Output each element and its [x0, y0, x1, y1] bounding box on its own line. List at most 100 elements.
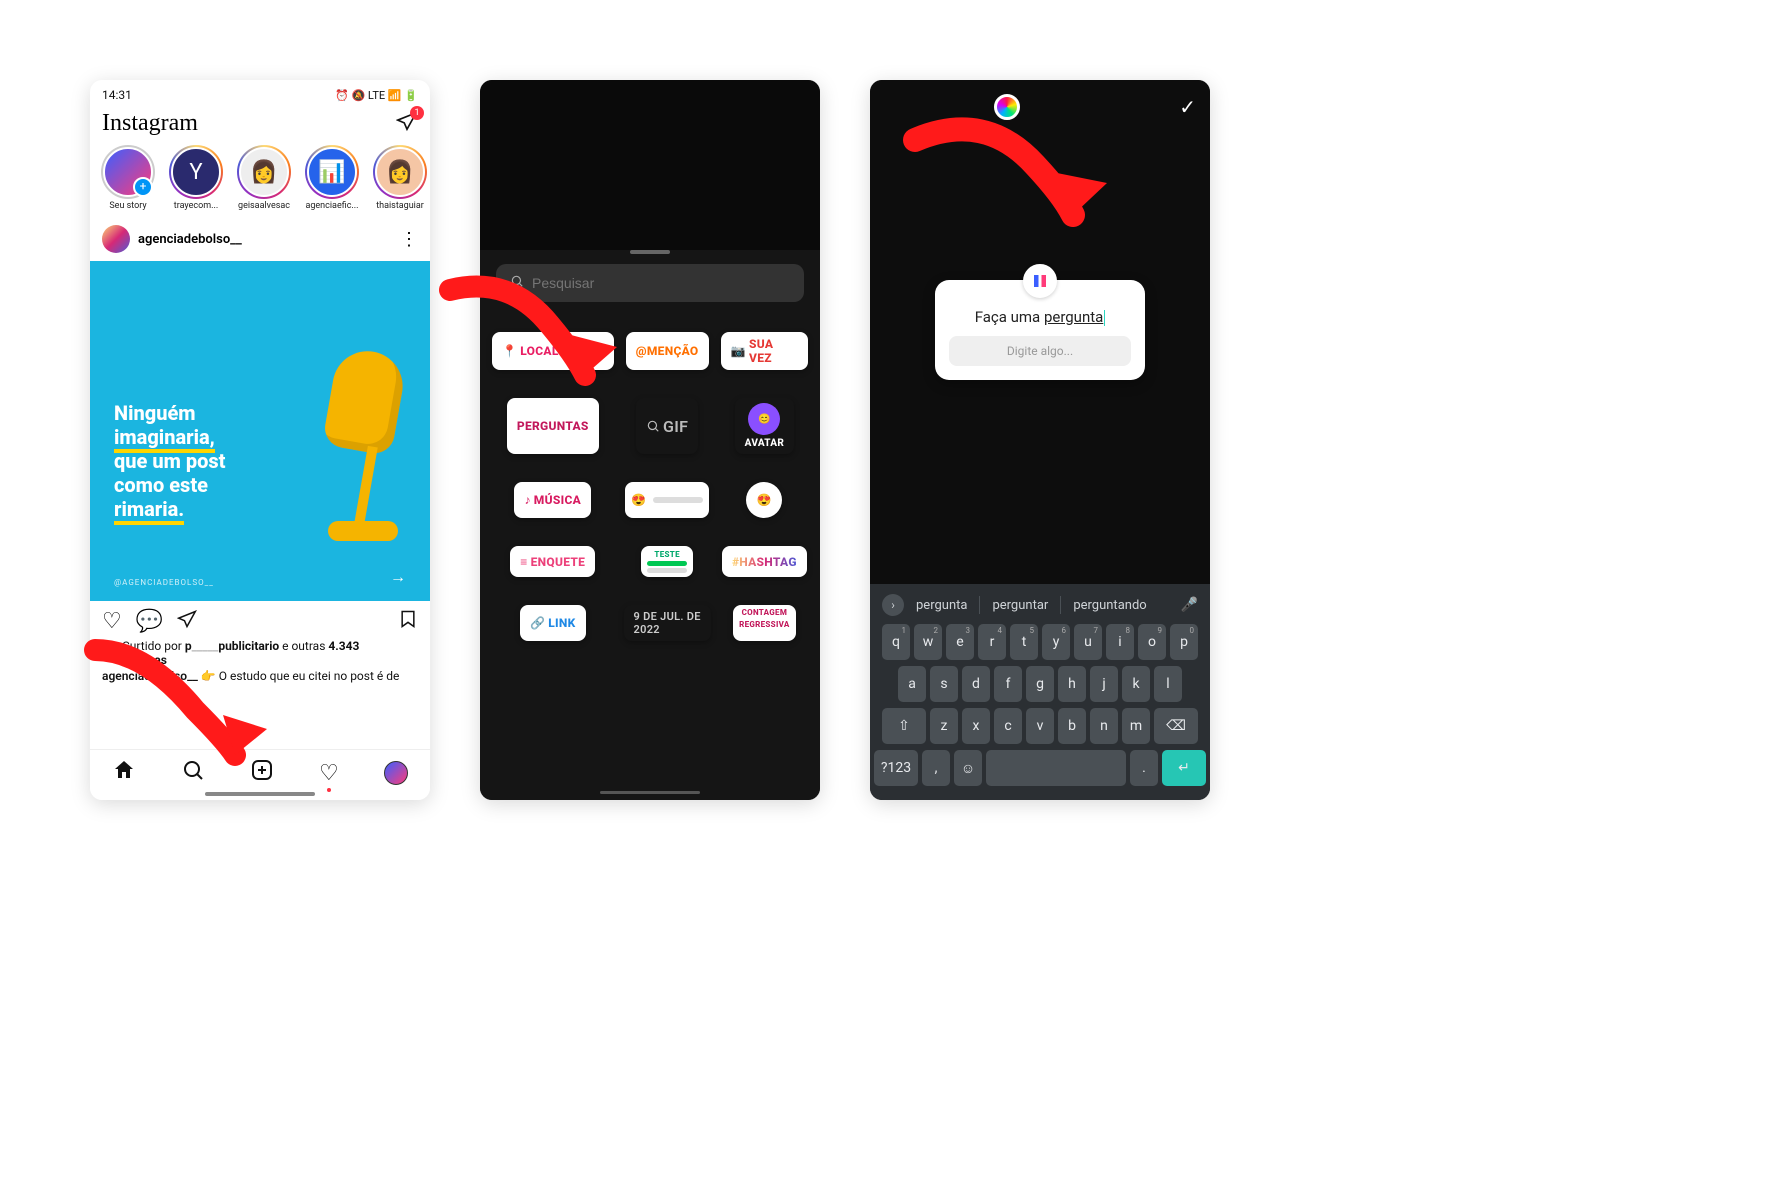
drag-handle[interactable] [630, 250, 670, 254]
messages-button[interactable]: 1 [396, 110, 418, 137]
sticker-questions[interactable]: PERGUNTAS [507, 398, 599, 454]
sticker-hashtag[interactable]: #HASHTAG [722, 546, 807, 577]
done-button[interactable]: ✓ [1179, 95, 1196, 119]
search-input[interactable] [532, 275, 790, 291]
sticker-date[interactable]: 9 DE JUL. DE 2022 [624, 605, 711, 641]
status-time: 14:31 [102, 88, 132, 102]
question-sticker[interactable]: Faça uma pergunta Digite algo... [935, 280, 1145, 380]
sticker-quiz[interactable]: TESTE [641, 546, 693, 577]
key-emoji[interactable]: ☺ [954, 750, 982, 786]
instagram-feed-screenshot: 14:31 ⏰ 🔕 LTE 📶 🔋 Instagram 1 Seu story … [90, 80, 430, 800]
key-backspace[interactable]: ⌫ [1154, 708, 1198, 744]
key-b[interactable]: b [1058, 708, 1086, 744]
gesture-bar [600, 791, 700, 794]
nav-home[interactable] [112, 758, 136, 788]
key-j[interactable]: j [1090, 666, 1118, 702]
key-d[interactable]: d [962, 666, 990, 702]
post-caption[interactable]: agenciadebolso__ 👉 O estudo que eu citei… [90, 667, 430, 691]
post-header: agenciadebolso__ ⋮ [90, 217, 430, 261]
key-h[interactable]: h [1058, 666, 1086, 702]
dm-badge: 1 [410, 106, 424, 120]
share-button[interactable] [177, 609, 197, 635]
suggestion-word[interactable]: perguntando [1067, 598, 1152, 613]
key-c[interactable]: c [994, 708, 1022, 744]
your-story[interactable]: Seu story [98, 145, 158, 211]
key-r[interactable]: r4 [978, 624, 1006, 660]
save-button[interactable] [398, 610, 418, 635]
key-f[interactable]: f [994, 666, 1022, 702]
sticker-poll[interactable]: ≡ ENQUETE [510, 546, 595, 577]
suggestion-bar: › pergunta perguntar perguntando 🎤 [874, 590, 1206, 624]
color-picker-button[interactable] [994, 94, 1020, 120]
mic-icon[interactable]: 🎤 [1181, 597, 1198, 613]
post-likes-line[interactable]: P Curtido por p_____publicitario e outra… [90, 639, 430, 667]
like-button[interactable]: ♡ [102, 609, 122, 635]
key-g[interactable]: g [1026, 666, 1054, 702]
key-enter[interactable]: ↵ [1162, 750, 1206, 786]
status-bar: 14:31 ⏰ 🔕 LTE 📶 🔋 [90, 80, 430, 106]
sticker-location[interactable]: 📍LOCALIZAÇÃO [492, 332, 614, 370]
key-k[interactable]: k [1122, 666, 1150, 702]
key-shift[interactable]: ⇧ [882, 708, 926, 744]
key-e[interactable]: e3 [946, 624, 974, 660]
key-t[interactable]: t5 [1010, 624, 1038, 660]
app-header: Instagram 1 [90, 106, 430, 145]
key-p[interactable]: p0 [1170, 624, 1198, 660]
key-a[interactable]: a [898, 666, 926, 702]
sticker-mention[interactable]: @MENÇÃO [626, 332, 709, 370]
key-o[interactable]: o9 [1138, 624, 1166, 660]
key-u[interactable]: u7 [1074, 624, 1102, 660]
sticker-music[interactable]: ♪MÚSICA [514, 482, 591, 518]
post-image[interactable]: Ninguém imaginaria, que um post como est… [90, 261, 430, 601]
key-symbols[interactable]: ?123 [874, 750, 918, 786]
story-sticker-panel-screenshot: 📍LOCALIZAÇÃO @MENÇÃO 📷SUA VEZ PERGUNTAS … [480, 80, 820, 800]
post-avatar[interactable] [102, 225, 130, 253]
story-item[interactable]: 👩 geisaalvesac [234, 145, 294, 211]
key-i[interactable]: i8 [1106, 624, 1134, 660]
key-x[interactable]: x [962, 708, 990, 744]
post-actions: ♡ 💬 [90, 601, 430, 639]
comment-button[interactable]: 💬 [136, 609, 163, 635]
post-username[interactable]: agenciadebolso__ [138, 232, 392, 247]
question-title-input[interactable]: Faça uma pergunta [949, 308, 1131, 326]
sticker-gif[interactable]: GIF [636, 398, 698, 454]
post-more-button[interactable]: ⋮ [400, 229, 418, 250]
story-item[interactable]: 👩 thaistaguiar [370, 145, 430, 211]
sticker-avatar[interactable]: 😊AVATAR [735, 398, 794, 454]
stories-row[interactable]: Seu story Y trayecom... 👩 geisaalvesac 📊… [90, 145, 430, 217]
sticker-link[interactable]: 🔗LINK [520, 605, 586, 641]
sticker-search[interactable] [496, 264, 804, 302]
sticker-countdown[interactable]: CONTAGEMREGRESSIVA [733, 605, 795, 641]
key-q[interactable]: q1 [882, 624, 910, 660]
suggestion-expand[interactable]: › [882, 594, 904, 616]
key-period[interactable]: . [1130, 750, 1158, 786]
sticker-emoji-reaction[interactable]: 😍 [746, 482, 782, 518]
key-y[interactable]: y6 [1042, 624, 1070, 660]
nav-search[interactable] [181, 758, 205, 788]
key-z[interactable]: z [930, 708, 958, 744]
p-badge-icon: P [102, 641, 116, 655]
status-indicators: ⏰ 🔕 LTE 📶 🔋 [335, 89, 418, 102]
key-s[interactable]: s [930, 666, 958, 702]
key-l[interactable]: l [1154, 666, 1182, 702]
nav-profile[interactable] [384, 761, 408, 785]
story-item[interactable]: Y trayecom... [166, 145, 226, 211]
story-item[interactable]: 📊 agenciaefic... [302, 145, 362, 211]
sticker-emoji-slider[interactable]: 😍 [625, 482, 709, 518]
sticker-your-turn[interactable]: 📷SUA VEZ [721, 332, 808, 370]
suggestion-word[interactable]: pergunta [910, 598, 973, 613]
suggestion-word[interactable]: perguntar [986, 598, 1054, 613]
key-comma[interactable]: , [922, 750, 950, 786]
nav-activity[interactable]: ♡ [319, 761, 339, 786]
question-sticker-editor-screenshot: ✓ Faça uma pergunta Digite algo... › per… [870, 80, 1210, 800]
nav-create[interactable] [250, 758, 274, 788]
key-v[interactable]: v [1026, 708, 1054, 744]
search-icon [510, 274, 524, 292]
key-space[interactable] [986, 750, 1126, 786]
key-w[interactable]: w2 [914, 624, 942, 660]
key-n[interactable]: n [1090, 708, 1118, 744]
keyboard-row-1: q1w2e3r4t5y6u7i8o9p0 [874, 624, 1206, 660]
keyboard: › pergunta perguntar perguntando 🎤 q1w2e… [870, 584, 1210, 800]
question-avatar [1023, 264, 1057, 298]
key-m[interactable]: m [1122, 708, 1150, 744]
